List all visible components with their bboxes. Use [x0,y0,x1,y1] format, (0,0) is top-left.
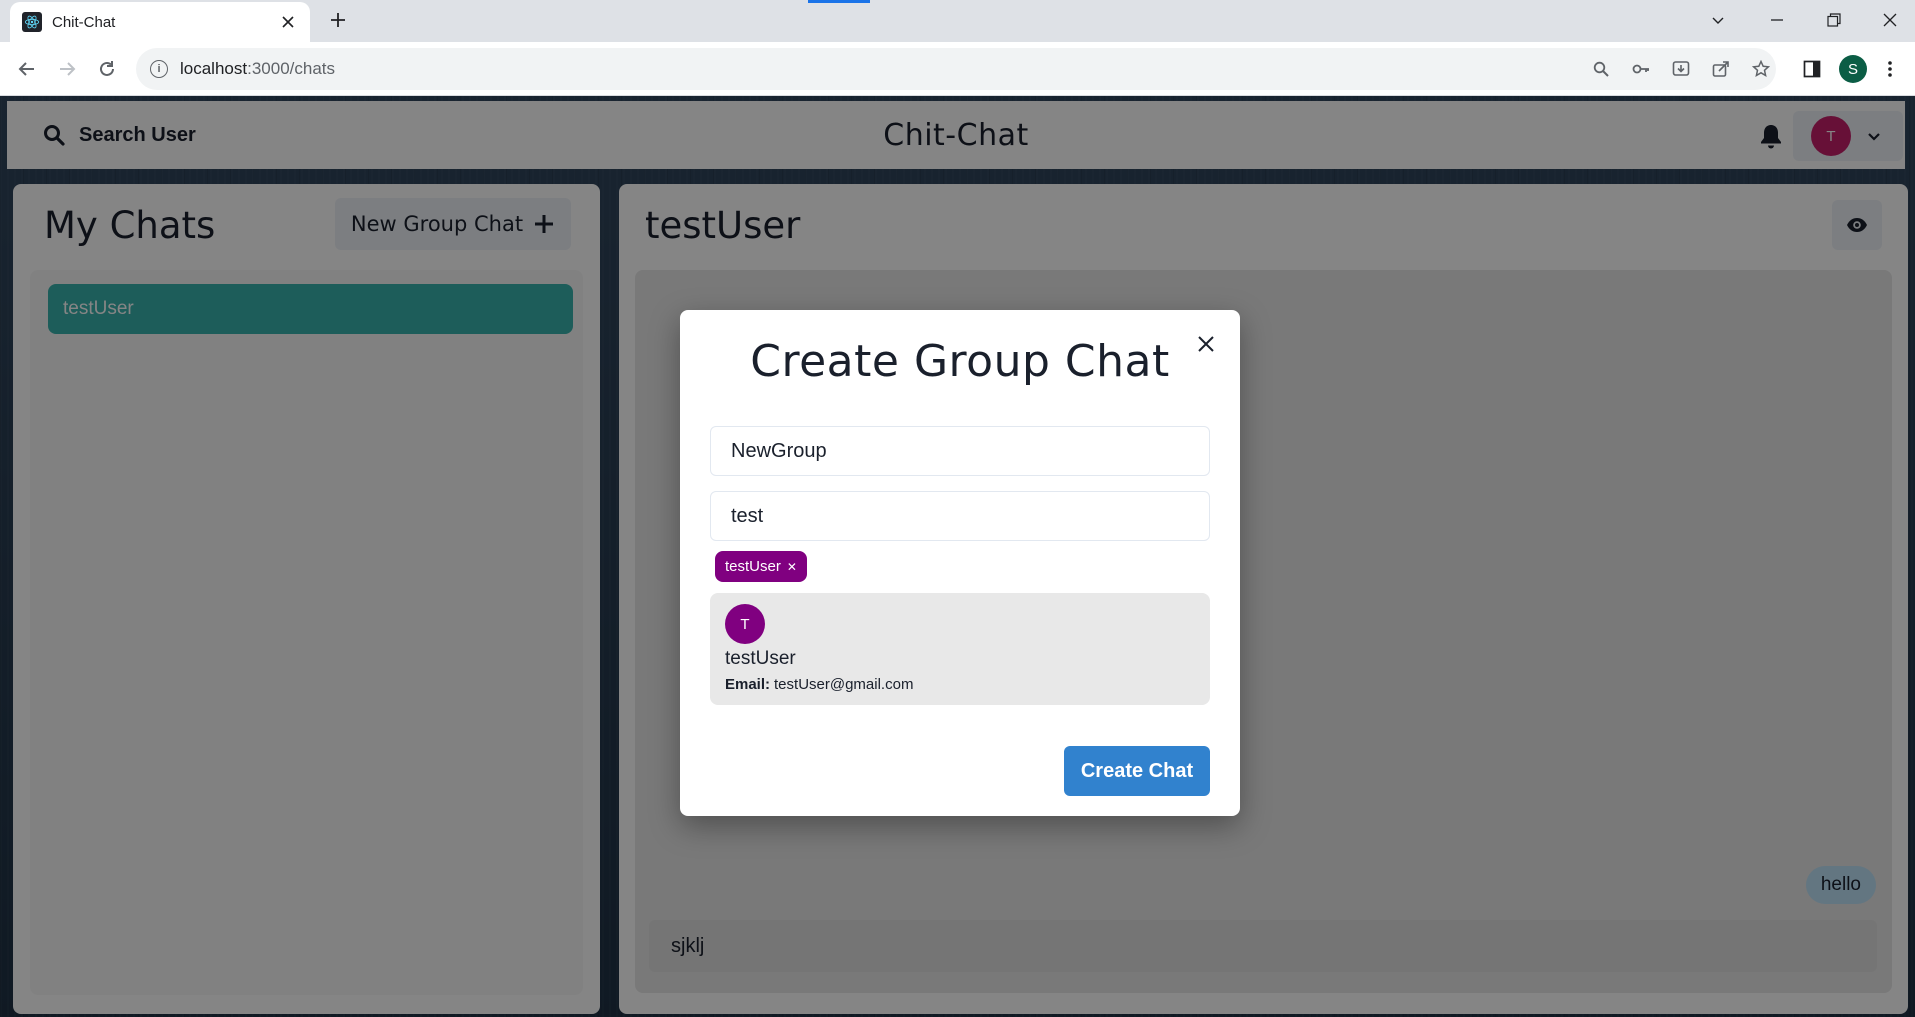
share-icon[interactable] [1710,58,1732,80]
side-panel-icon[interactable] [1800,57,1824,81]
forward-icon[interactable] [52,54,82,84]
result-email: Email: testUser@gmail.com [725,676,913,693]
tab-search-icon[interactable] [1696,0,1740,40]
minimize-icon[interactable] [1755,0,1799,40]
url-host: localhost [180,59,248,78]
browser-toolbar: i localhost:3000/chats S [0,42,1915,96]
chat-name-input[interactable]: NewGroup [710,426,1210,476]
remove-tag-icon[interactable]: ✕ [787,560,797,574]
selected-user-tag[interactable]: testUser ✕ [715,551,807,582]
create-group-chat-modal: Create Group Chat NewGroup test testUser… [680,310,1240,816]
result-email-label: Email: [725,676,771,693]
bookmark-star-icon[interactable] [1750,58,1772,80]
add-users-input[interactable]: test [710,491,1210,541]
new-tab-icon[interactable] [326,8,350,32]
modal-title: Create Group Chat [750,336,1170,387]
user-search-result[interactable]: T testUser Email: testUser@gmail.com [710,593,1210,705]
reload-icon[interactable] [92,54,122,84]
back-icon[interactable] [12,54,42,84]
install-app-icon[interactable] [1670,58,1692,80]
react-logo-icon [22,12,42,32]
url-path: :3000/chats [247,59,336,78]
close-tab-icon[interactable] [278,12,298,32]
address-bar[interactable]: i localhost:3000/chats [136,48,1776,90]
zoom-search-icon[interactable] [1590,58,1612,80]
tab-loading-indicator [808,0,870,3]
close-window-icon[interactable] [1868,0,1912,40]
result-name: testUser [725,648,796,669]
browser-tabstrip: Chit-Chat [0,0,1915,42]
profile-avatar[interactable]: S [1838,55,1868,83]
result-email-value: testUser@gmail.com [774,676,914,693]
restore-icon[interactable] [1812,0,1856,40]
create-chat-button[interactable]: Create Chat [1064,746,1210,796]
tab-title: Chit-Chat [52,13,116,31]
result-avatar: T [725,604,765,644]
site-info-icon[interactable]: i [150,60,168,78]
selected-user-tag-label: testUser [725,558,781,575]
key-icon[interactable] [1630,58,1652,80]
close-icon[interactable] [1190,328,1222,360]
browser-menu-icon[interactable] [1878,57,1902,81]
browser-tab[interactable]: Chit-Chat [10,2,310,42]
